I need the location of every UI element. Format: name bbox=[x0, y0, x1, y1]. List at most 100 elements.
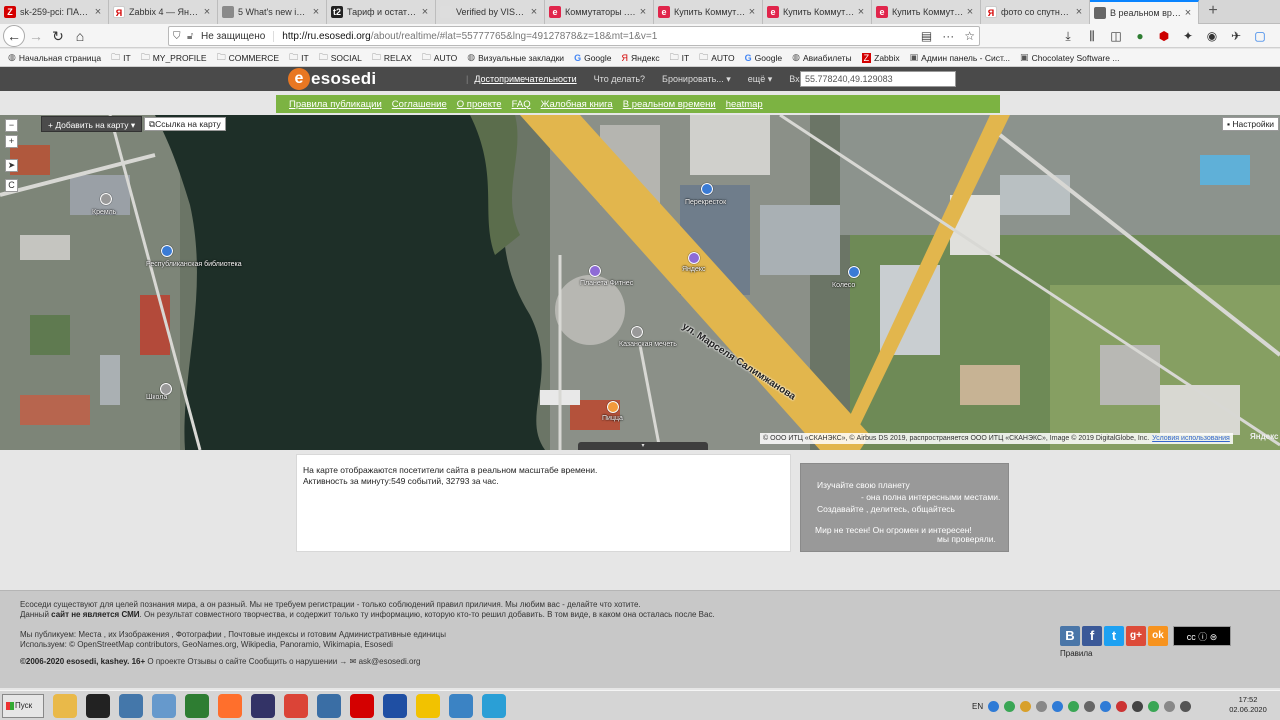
close-tab-icon[interactable]: × bbox=[310, 6, 322, 18]
zoom-out-button[interactable]: − bbox=[5, 119, 18, 132]
yandex-browser-icon[interactable] bbox=[350, 693, 374, 718]
close-tab-icon[interactable]: × bbox=[201, 6, 213, 18]
ie-icon[interactable] bbox=[482, 693, 506, 718]
creative-commons-badge[interactable]: cc ⓘ ⊜ bbox=[1173, 626, 1231, 646]
locate-icon[interactable]: ➤ bbox=[5, 159, 18, 172]
tray-icon[interactable] bbox=[1100, 700, 1112, 712]
rotate-icon[interactable]: C bbox=[5, 179, 18, 192]
map-settings-button[interactable]: ▪ Настройки bbox=[1222, 117, 1280, 131]
subnav-heatmap[interactable]: heatmap bbox=[726, 99, 763, 110]
subnav-complaints[interactable]: Жалобная книга bbox=[541, 99, 613, 110]
terms-link[interactable]: Условия использования bbox=[1152, 435, 1230, 442]
satellite-map[interactable]: − + ➤ C + Добавить на карту ▾ ⧉Ссылка на… bbox=[0, 115, 1280, 450]
volume-icon[interactable] bbox=[1164, 700, 1176, 712]
bookmark-item[interactable]: ▣ Chocolatey Software ... bbox=[1020, 52, 1119, 63]
close-tab-icon[interactable]: × bbox=[92, 6, 104, 18]
terminal-icon[interactable] bbox=[86, 693, 110, 718]
browser-tab[interactable]: e Купить Коммутатор× bbox=[654, 0, 763, 24]
downloads-icon[interactable]: ⤓ bbox=[1060, 29, 1076, 44]
bookmark-item[interactable]: Я Яндекс bbox=[622, 53, 660, 63]
browser-tab[interactable]: Я Zabbix 4 — Яндекс × bbox=[109, 0, 218, 24]
bookmark-item[interactable]: Z Zabbix bbox=[861, 52, 900, 63]
poi-marker-icon[interactable] bbox=[701, 183, 713, 195]
close-tab-icon[interactable]: × bbox=[855, 6, 867, 18]
bookmark-item[interactable]: 🗀︎ AUTO bbox=[699, 50, 734, 66]
menu-icon[interactable]: ≡ bbox=[1276, 29, 1280, 43]
browser-tab[interactable]: 5 What's new in Zabb× bbox=[218, 0, 327, 24]
system-clock[interactable]: 17:52 02.06.2020 bbox=[1218, 695, 1278, 715]
notepad-icon[interactable] bbox=[152, 693, 176, 718]
adblock-icon[interactable]: ⬢ bbox=[1156, 29, 1172, 43]
network-icon[interactable] bbox=[1180, 700, 1192, 712]
browser-tab[interactable]: e Купить Коммутатор× bbox=[763, 0, 872, 24]
insecure-lock-icon[interactable]: 🔓︎ bbox=[187, 31, 201, 42]
browser-tab[interactable]: В реальном времени× bbox=[1090, 0, 1199, 24]
bookmark-item[interactable]: 🗀︎ IT bbox=[111, 50, 131, 66]
bookmark-item[interactable]: 🗀︎ AUTO bbox=[422, 50, 457, 66]
extension-icon[interactable]: ● bbox=[1132, 29, 1148, 43]
odnoklassniki-icon[interactable]: ok bbox=[1148, 626, 1168, 646]
bookmark-item[interactable]: ◍ Начальная страница bbox=[8, 52, 101, 63]
tray-icon[interactable] bbox=[988, 700, 1000, 712]
footer-links[interactable]: О проекте Отзывы о сайте Сообщить о нару… bbox=[145, 657, 420, 666]
bookmark-item[interactable]: 🗀︎ RELAX bbox=[372, 50, 412, 66]
bookmark-item[interactable]: 🗀︎ SOCIAL bbox=[319, 50, 362, 66]
map-link-button[interactable]: ⧉Ссылка на карту bbox=[144, 117, 226, 131]
bookmark-item[interactable]: ◍ Авиабилеты bbox=[792, 52, 852, 63]
address-bar[interactable]: ⛉ 🔓︎ Не защищено http://ru.esosedi.org/a… bbox=[168, 26, 980, 46]
remote-desktop-icon[interactable] bbox=[317, 693, 341, 718]
bookmark-item[interactable]: 🗀︎ IT bbox=[289, 50, 309, 66]
tray-icon[interactable] bbox=[1004, 700, 1016, 712]
close-tab-icon[interactable]: × bbox=[637, 6, 649, 18]
zoom-in-button[interactable]: + bbox=[5, 135, 18, 148]
extension-icon[interactable]: ◉ bbox=[1204, 29, 1220, 43]
close-tab-icon[interactable]: × bbox=[1182, 7, 1194, 19]
forward-button[interactable]: → bbox=[25, 25, 47, 47]
1c-icon[interactable] bbox=[416, 693, 440, 718]
poi-marker-icon[interactable] bbox=[688, 252, 700, 264]
monitor-icon[interactable] bbox=[383, 693, 407, 718]
excel-icon[interactable] bbox=[185, 693, 209, 718]
subnav-publication-rules[interactable]: Правила публикации bbox=[289, 99, 382, 110]
extension-icon[interactable]: ▢ bbox=[1252, 29, 1268, 43]
new-tab-button[interactable]: + bbox=[1199, 0, 1227, 23]
nav-what-to-do[interactable]: Что делать? bbox=[594, 74, 645, 84]
firefox-icon[interactable] bbox=[218, 693, 242, 718]
nav-more[interactable]: ещё ▾ bbox=[748, 74, 772, 85]
poi-marker-icon[interactable] bbox=[631, 326, 643, 338]
poi-marker-icon[interactable] bbox=[607, 401, 619, 413]
tray-icon[interactable] bbox=[1116, 700, 1128, 712]
poi-marker-icon[interactable] bbox=[848, 266, 860, 278]
browser-tab[interactable]: e Коммутаторы . Сет × bbox=[545, 0, 654, 24]
reload-button[interactable]: ↻ bbox=[47, 25, 69, 47]
subnav-faq[interactable]: FAQ bbox=[512, 99, 531, 110]
bookmark-item[interactable]: G Google bbox=[574, 53, 611, 63]
vk-icon[interactable]: B bbox=[1060, 626, 1080, 646]
tray-icon[interactable] bbox=[1132, 700, 1144, 712]
chrome-icon[interactable] bbox=[284, 693, 308, 718]
twitter-icon[interactable]: t bbox=[1104, 626, 1124, 646]
library-icon[interactable]: ⫼ bbox=[1084, 29, 1100, 44]
browser-tab[interactable]: e Купить Коммутатор× bbox=[872, 0, 981, 24]
bookmark-star-icon[interactable]: ☆ bbox=[964, 29, 975, 43]
nav-attractions[interactable]: Достопримечательности bbox=[474, 74, 576, 84]
tray-icon[interactable] bbox=[1084, 700, 1096, 712]
bookmark-item[interactable]: 🗀︎ IT bbox=[670, 50, 690, 66]
bookmark-item[interactable]: 🗀︎ MY_PROFILE bbox=[141, 50, 207, 66]
tray-icon[interactable] bbox=[1020, 700, 1032, 712]
tray-app-icon[interactable] bbox=[449, 693, 473, 718]
subnav-realtime[interactable]: В реальном времени bbox=[623, 99, 716, 110]
tray-icon[interactable] bbox=[1036, 700, 1048, 712]
subnav-about[interactable]: О проекте bbox=[457, 99, 502, 110]
page-actions-icon[interactable]: ··· bbox=[942, 29, 954, 43]
close-tab-icon[interactable]: × bbox=[419, 6, 431, 18]
site-logo[interactable]: e esosedi bbox=[288, 68, 376, 90]
footer-publish-links[interactable]: Мы публикуем: Места , их Изображения , Ф… bbox=[20, 630, 446, 639]
extension-icon[interactable]: ✦ bbox=[1180, 29, 1196, 43]
network-icon[interactable] bbox=[119, 693, 143, 718]
map-collapse-handle[interactable]: ▾ bbox=[578, 442, 708, 450]
nav-booking[interactable]: Бронировать... ▾ bbox=[662, 74, 731, 85]
close-tab-icon[interactable]: × bbox=[964, 6, 976, 18]
coordinates-input[interactable]: 55.778240,49.129083 bbox=[800, 71, 956, 87]
tray-icon[interactable] bbox=[1148, 700, 1160, 712]
